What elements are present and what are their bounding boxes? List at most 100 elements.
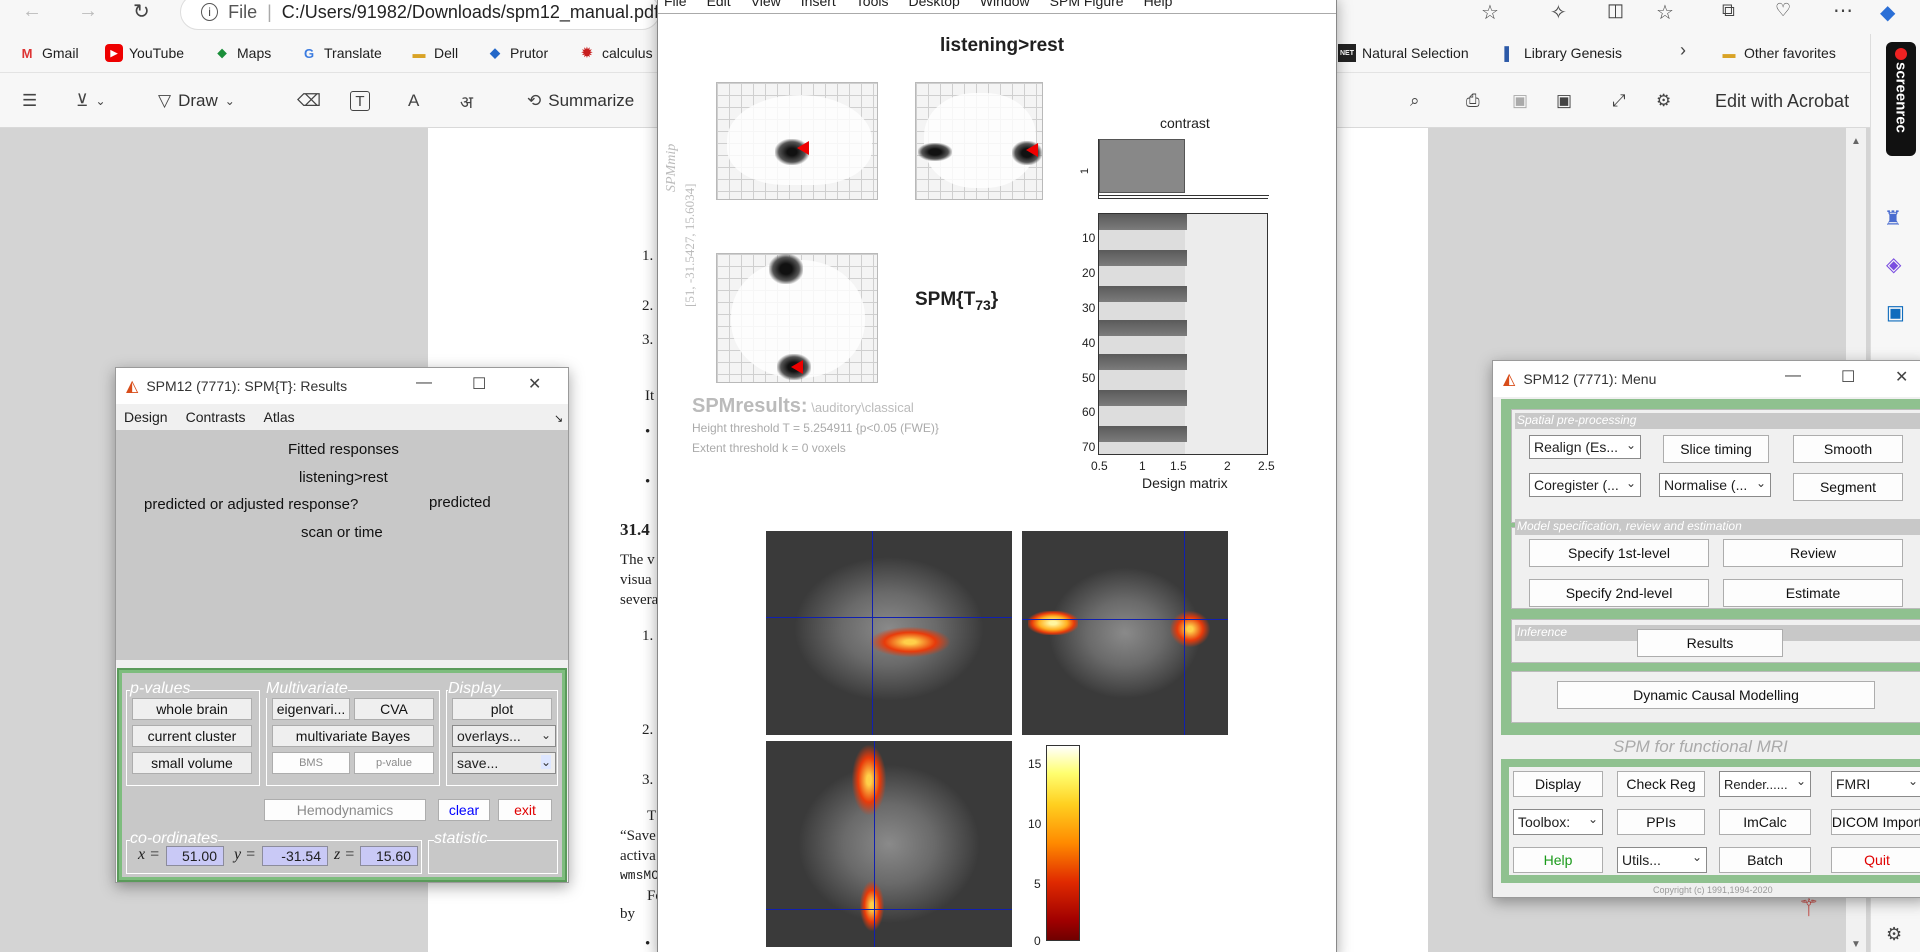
sidebar-tool-icon[interactable]: ♜ bbox=[1884, 206, 1902, 231]
estimate-button[interactable]: Estimate bbox=[1723, 579, 1903, 607]
bookmark-maps[interactable]: ⬥ Maps bbox=[213, 36, 271, 70]
save-select[interactable]: save... ⌄ bbox=[452, 752, 556, 774]
search-icon[interactable]: ⌕ bbox=[1410, 86, 1420, 116]
coregister-select[interactable]: Coregister (... ⌄ bbox=[1529, 473, 1641, 497]
save-icon[interactable]: ▣ bbox=[1512, 86, 1528, 116]
info-icon[interactable]: i bbox=[201, 3, 219, 21]
toolbox-select[interactable]: Toolbox: ⌄ bbox=[1513, 809, 1603, 835]
realign-select[interactable]: Realign (Es... ⌄ bbox=[1529, 435, 1641, 459]
maximize-icon[interactable]: ☐ bbox=[472, 374, 486, 394]
highlight-tool[interactable]: ⊻ ⌄ bbox=[76, 86, 106, 116]
print-icon[interactable]: ⎙ bbox=[1466, 86, 1480, 116]
bookmark-prutor[interactable]: ◆ Prutor bbox=[486, 36, 548, 70]
sidebar-office-icon[interactable]: ◈ bbox=[1886, 252, 1901, 277]
menu-tools[interactable]: Tools bbox=[856, 0, 889, 13]
close-icon[interactable]: ✕ bbox=[528, 374, 541, 394]
forward-icon[interactable]: → bbox=[78, 0, 98, 23]
segment-button[interactable]: Segment bbox=[1793, 473, 1903, 501]
dock-arrow-icon[interactable]: ↘ bbox=[554, 412, 563, 425]
menu-spm-figure[interactable]: SPM Figure bbox=[1050, 0, 1124, 13]
smooth-button[interactable]: Smooth bbox=[1793, 435, 1903, 463]
screenrec-badge[interactable]: screenrec bbox=[1886, 42, 1916, 156]
menu-insert[interactable]: Insert bbox=[801, 0, 836, 13]
favorite-star-icon[interactable]: ☆ bbox=[1481, 0, 1499, 25]
extensions-icon[interactable]: ✧ bbox=[1550, 0, 1567, 25]
bookmark-youtube[interactable]: ▶ YouTube bbox=[105, 36, 184, 70]
imcalc-button[interactable]: ImCalc bbox=[1719, 809, 1811, 835]
menu-desktop[interactable]: Desktop bbox=[908, 0, 959, 13]
slice-axial[interactable] bbox=[766, 741, 1012, 947]
exit-button[interactable]: exit bbox=[498, 799, 552, 821]
split-screen-icon[interactable]: ◫ bbox=[1607, 0, 1624, 21]
render-select[interactable]: Render...... ⌄ bbox=[1719, 771, 1811, 797]
more-icon[interactable]: ⋯ bbox=[1833, 0, 1853, 23]
batch-button[interactable]: Batch bbox=[1719, 847, 1811, 873]
settings-gear-icon[interactable]: ⚙ bbox=[1656, 86, 1671, 116]
y-field[interactable]: -31.54 bbox=[262, 846, 328, 866]
menu-view[interactable]: View bbox=[751, 0, 781, 13]
address-bar[interactable]: i File | C:/Users/91982/Downloads/spm12_… bbox=[180, 0, 660, 30]
menu-atlas[interactable]: Atlas bbox=[264, 409, 295, 425]
help-button[interactable]: Help bbox=[1513, 847, 1603, 873]
health-icon[interactable]: ♡ bbox=[1775, 0, 1791, 21]
slice-timing-button[interactable]: Slice timing bbox=[1663, 435, 1769, 463]
cva-button[interactable]: CVA bbox=[354, 698, 434, 720]
minimize-icon[interactable]: — bbox=[416, 374, 432, 392]
refresh-icon[interactable]: ↻ bbox=[133, 0, 150, 24]
review-button[interactable]: Review bbox=[1723, 539, 1903, 567]
ppis-button[interactable]: PPIs bbox=[1617, 809, 1705, 835]
scroll-up-icon[interactable]: ▲ bbox=[1851, 136, 1861, 147]
normalise-select[interactable]: Normalise (... ⌄ bbox=[1659, 473, 1771, 497]
bookmark-gmail[interactable]: M Gmail bbox=[18, 36, 79, 70]
specify-2nd-level-button[interactable]: Specify 2nd-level bbox=[1529, 579, 1709, 607]
current-cluster-button[interactable]: current cluster bbox=[132, 725, 252, 747]
copilot-icon[interactable]: ◆ bbox=[1880, 0, 1895, 25]
bookmark-library-genesis[interactable]: ▌ Library Genesis bbox=[1500, 36, 1622, 70]
slice-sagittal[interactable] bbox=[766, 531, 1012, 735]
menu-help[interactable]: Help bbox=[1144, 0, 1173, 13]
utils-select[interactable]: Utils... ⌄ bbox=[1617, 847, 1707, 873]
collections-icon[interactable]: ⧉ bbox=[1722, 0, 1735, 21]
menu-window[interactable]: Window bbox=[980, 0, 1030, 13]
quit-button[interactable]: Quit bbox=[1831, 847, 1920, 873]
menu-edit[interactable]: Edit bbox=[707, 0, 731, 13]
fullscreen-icon[interactable]: ⤢ bbox=[1612, 86, 1626, 116]
hemodynamics-button[interactable]: Hemodynamics bbox=[264, 799, 426, 821]
minimize-icon[interactable]: — bbox=[1785, 367, 1801, 385]
p-value-button[interactable]: p-value bbox=[354, 752, 434, 774]
clear-button[interactable]: clear bbox=[438, 799, 490, 821]
sidebar-outlook-icon[interactable]: ▣ bbox=[1886, 300, 1905, 325]
display-button[interactable]: Display bbox=[1513, 771, 1603, 797]
summarize-button[interactable]: ⟲ Summarize bbox=[527, 86, 634, 116]
favorites-icon[interactable]: ☆ bbox=[1656, 0, 1674, 25]
maximize-icon[interactable]: ☐ bbox=[1841, 367, 1855, 387]
save-as-icon[interactable]: ▣ bbox=[1556, 86, 1572, 116]
menu-contrasts[interactable]: Contrasts bbox=[186, 409, 246, 425]
z-field[interactable]: 15.60 bbox=[360, 846, 418, 866]
eraser-icon[interactable]: ⌫ bbox=[297, 86, 321, 116]
address-text[interactable]: C:/Users/91982/Downloads/spm12_manual.pd… bbox=[282, 2, 659, 23]
small-volume-button[interactable]: small volume bbox=[132, 752, 252, 774]
acrobat-icon[interactable]: ⚚ bbox=[1798, 894, 1820, 923]
x-field[interactable]: 51.00 bbox=[166, 846, 224, 866]
back-icon[interactable]: ← bbox=[22, 0, 42, 23]
bookmark-translate[interactable]: G Translate bbox=[300, 36, 382, 70]
contents-icon[interactable]: ☰ bbox=[22, 86, 37, 116]
modality-select[interactable]: FMRI ⌄ bbox=[1831, 771, 1920, 797]
dicom-import-button[interactable]: DICOM Import bbox=[1831, 809, 1920, 835]
results-button[interactable]: Results bbox=[1637, 629, 1783, 657]
close-icon[interactable]: ✕ bbox=[1895, 367, 1908, 387]
bookmark-other-favorites[interactable]: ▬ Other favorites bbox=[1720, 36, 1836, 70]
specify-1st-level-button[interactable]: Specify 1st-level bbox=[1529, 539, 1709, 567]
check-reg-button[interactable]: Check Reg bbox=[1617, 771, 1705, 797]
scroll-down-icon[interactable]: ▼ bbox=[1851, 939, 1861, 950]
read-aloud-icon[interactable]: A bbox=[408, 86, 419, 116]
edit-with-acrobat[interactable]: Edit with Acrobat bbox=[1715, 86, 1849, 116]
overlays-select[interactable]: overlays... ⌄ bbox=[452, 725, 556, 747]
translate-pdf-icon[interactable]: अ bbox=[460, 86, 473, 116]
bookmark-calculus[interactable]: ✹ calculus bbox=[578, 36, 653, 70]
draw-tool[interactable]: ▽ Draw ⌄ bbox=[158, 86, 235, 116]
bookmark-natural-selection[interactable]: NET Natural Selection bbox=[1338, 36, 1469, 70]
dcm-button[interactable]: Dynamic Causal Modelling bbox=[1557, 681, 1875, 709]
eigenvariate-button[interactable]: eigenvari... bbox=[272, 698, 350, 720]
